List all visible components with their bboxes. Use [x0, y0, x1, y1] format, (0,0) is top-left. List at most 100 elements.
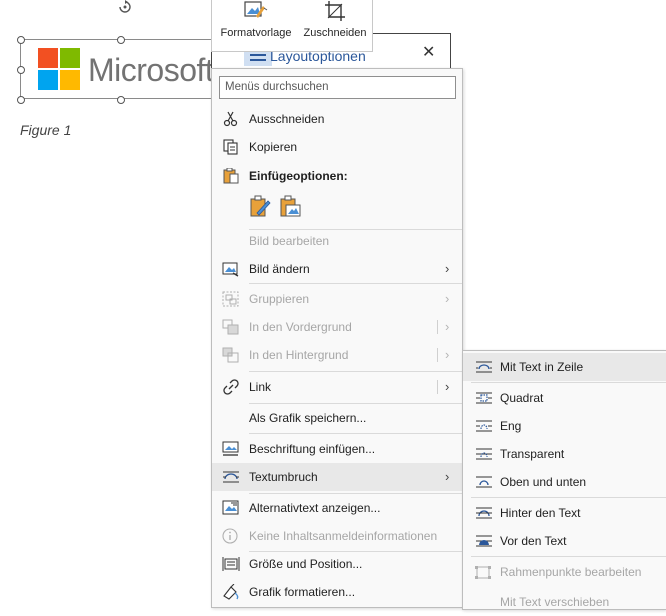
paste-picture-icon[interactable]: [280, 195, 302, 222]
wrap-through-icon: [475, 448, 493, 460]
resize-handle-top[interactable]: [117, 36, 125, 44]
menu-item-label: Textumbruch: [249, 470, 318, 484]
menu-item-format-graphic[interactable]: Grafik formatieren...: [212, 578, 462, 606]
wrap-top-bottom-icon: [475, 476, 493, 488]
wrap-option-label: Hinter den Text: [500, 506, 581, 520]
wrap-behind-item[interactable]: Hinter den Text: [463, 499, 666, 527]
crop-icon: [324, 0, 346, 25]
menu-item-alt-text[interactable]: Alternativtext anzeigen...: [212, 494, 462, 522]
chevron-right-icon: ›: [445, 291, 450, 306]
wrap-option-label: Oben und unten: [500, 475, 587, 489]
crop-button[interactable]: Zuschneiden: [298, 0, 372, 52]
menu-item-label: Keine Inhaltsanmeldeinformationen: [249, 529, 438, 543]
wrap-option-label: Mit Text verschieben: [500, 595, 610, 609]
resize-handle-top-left[interactable]: [17, 36, 25, 44]
group-icon: [222, 291, 240, 307]
scissors-icon: [222, 111, 240, 127]
wrap-option-label: Quadrat: [500, 391, 544, 405]
send-back-icon: [222, 347, 240, 363]
menu-item-label: In den Hintergrund: [249, 348, 349, 362]
resize-handle-left[interactable]: [17, 66, 25, 74]
menu-item-label: Bild bearbeiten: [249, 234, 330, 248]
alt-text-icon: [222, 500, 240, 516]
menu-item-label: Beschriftung einfügen...: [249, 442, 376, 456]
menu-item-label: Als Grafik speichern...: [249, 411, 367, 425]
wrap-in-line-item[interactable]: Mit Text in Zeile: [463, 353, 666, 381]
microsoft-wordmark: Microsoft: [88, 52, 214, 88]
wrap-option-label: Eng: [500, 419, 522, 433]
rotate-handle-icon[interactable]: [117, 0, 133, 14]
style-brush-icon: [243, 0, 269, 25]
menu-item-send-back: In den Hintergrund ›: [212, 341, 462, 369]
menu-item-label: In den Vordergrund: [249, 320, 352, 334]
resize-handle-bottom[interactable]: [117, 96, 125, 104]
menu-item-no-content-info: Keine Inhaltsanmeldeinformationen: [212, 522, 462, 550]
menu-item-label: Ausschneiden: [249, 112, 325, 126]
menu-item-label: Link: [249, 380, 272, 394]
wrap-move-with-text-item: Mit Text verschieben: [463, 588, 666, 616]
menu-item-text-wrap[interactable]: Textumbruch ›: [212, 463, 462, 491]
wrap-in-front-icon: [475, 535, 493, 547]
wrap-edit-points-item: Rahmenpunkte bearbeiten: [463, 558, 666, 586]
wrap-option-label: Mit Text in Zeile: [500, 360, 584, 374]
menu-item-label: Bild ändern: [249, 262, 310, 276]
menu-item-cut[interactable]: Ausschneiden: [212, 105, 462, 133]
menu-item-label: Gruppieren: [249, 292, 310, 306]
size-position-icon: [222, 556, 240, 572]
format-graphic-icon: [222, 583, 240, 600]
chevron-right-icon: ›: [445, 347, 450, 362]
paste-keep-source-icon[interactable]: [250, 195, 272, 222]
menu-item-label: Größe und Position...: [249, 557, 363, 571]
bring-front-icon: [222, 319, 240, 335]
wrap-option-label: Vor den Text: [500, 534, 567, 548]
menu-item-label: Kopieren: [249, 140, 298, 154]
chevron-right-icon: ›: [445, 469, 450, 484]
wrap-behind-icon: [475, 507, 493, 519]
menu-item-label: Grafik formatieren...: [249, 585, 356, 599]
insert-caption-icon: [222, 441, 240, 457]
chevron-right-icon: ›: [445, 261, 450, 276]
wrap-in-line-icon: [475, 361, 493, 373]
menu-search-input[interactable]: Menüs durchsuchen: [219, 76, 456, 99]
microsoft-logo-icon: [38, 48, 80, 90]
mini-toolbar: Formatvorlage Zuschneiden: [211, 0, 373, 52]
resize-handle-bottom-left[interactable]: [17, 96, 25, 104]
copy-icon: [222, 139, 240, 155]
change-image-icon: [222, 261, 240, 277]
wrap-top-bottom-item[interactable]: Oben und unten: [463, 468, 666, 496]
menu-item-paste-options: Einfügeoptionen:: [212, 162, 462, 190]
menu-item-size-position[interactable]: Größe und Position...: [212, 550, 462, 578]
close-icon[interactable]: ✕: [422, 45, 435, 61]
menu-item-bring-front: In den Vordergrund ›: [212, 313, 462, 341]
menu-item-change-image[interactable]: Bild ändern ›: [212, 255, 462, 283]
menu-item-label: Alternativtext anzeigen...: [249, 501, 381, 515]
clipboard-icon: [222, 167, 240, 184]
wrap-tight-item[interactable]: Eng: [463, 412, 666, 440]
wrap-option-label: Transparent: [500, 447, 565, 461]
edit-points-icon: [475, 566, 493, 579]
wrap-square-icon: [475, 392, 493, 404]
wrap-tight-icon: [475, 420, 493, 432]
crop-button-label: Zuschneiden: [303, 27, 367, 39]
wrap-through-item[interactable]: Transparent: [463, 440, 666, 468]
context-menu: Menüs durchsuchen Ausschneiden Kopieren …: [211, 68, 463, 608]
wrap-option-label: Rahmenpunkte bearbeiten: [500, 565, 642, 579]
wrap-in-front-item[interactable]: Vor den Text: [463, 527, 666, 555]
info-icon: [222, 528, 240, 544]
menu-item-edit-image: Bild bearbeiten: [212, 227, 462, 255]
style-button[interactable]: Formatvorlage: [216, 0, 296, 52]
wrap-square-item[interactable]: Quadrat: [463, 384, 666, 412]
link-icon: [222, 379, 240, 395]
figure-caption: Figure 1: [20, 122, 72, 138]
text-wrap-submenu: Mit Text in Zeile Quadrat Eng Transparen…: [462, 350, 666, 610]
menu-item-save-as-graphic[interactable]: Als Grafik speichern...: [212, 404, 462, 432]
menu-item-copy[interactable]: Kopieren: [212, 133, 462, 161]
style-button-label: Formatvorlage: [220, 27, 292, 39]
menu-item-link[interactable]: Link ›: [212, 373, 462, 401]
text-wrap-icon: [222, 469, 240, 485]
chevron-right-icon: ›: [445, 379, 450, 394]
menu-item-label: Einfügeoptionen:: [249, 169, 348, 183]
chevron-right-icon: ›: [445, 319, 450, 334]
menu-item-insert-caption[interactable]: Beschriftung einfügen...: [212, 435, 462, 463]
menu-item-group: Gruppieren ›: [212, 285, 462, 313]
